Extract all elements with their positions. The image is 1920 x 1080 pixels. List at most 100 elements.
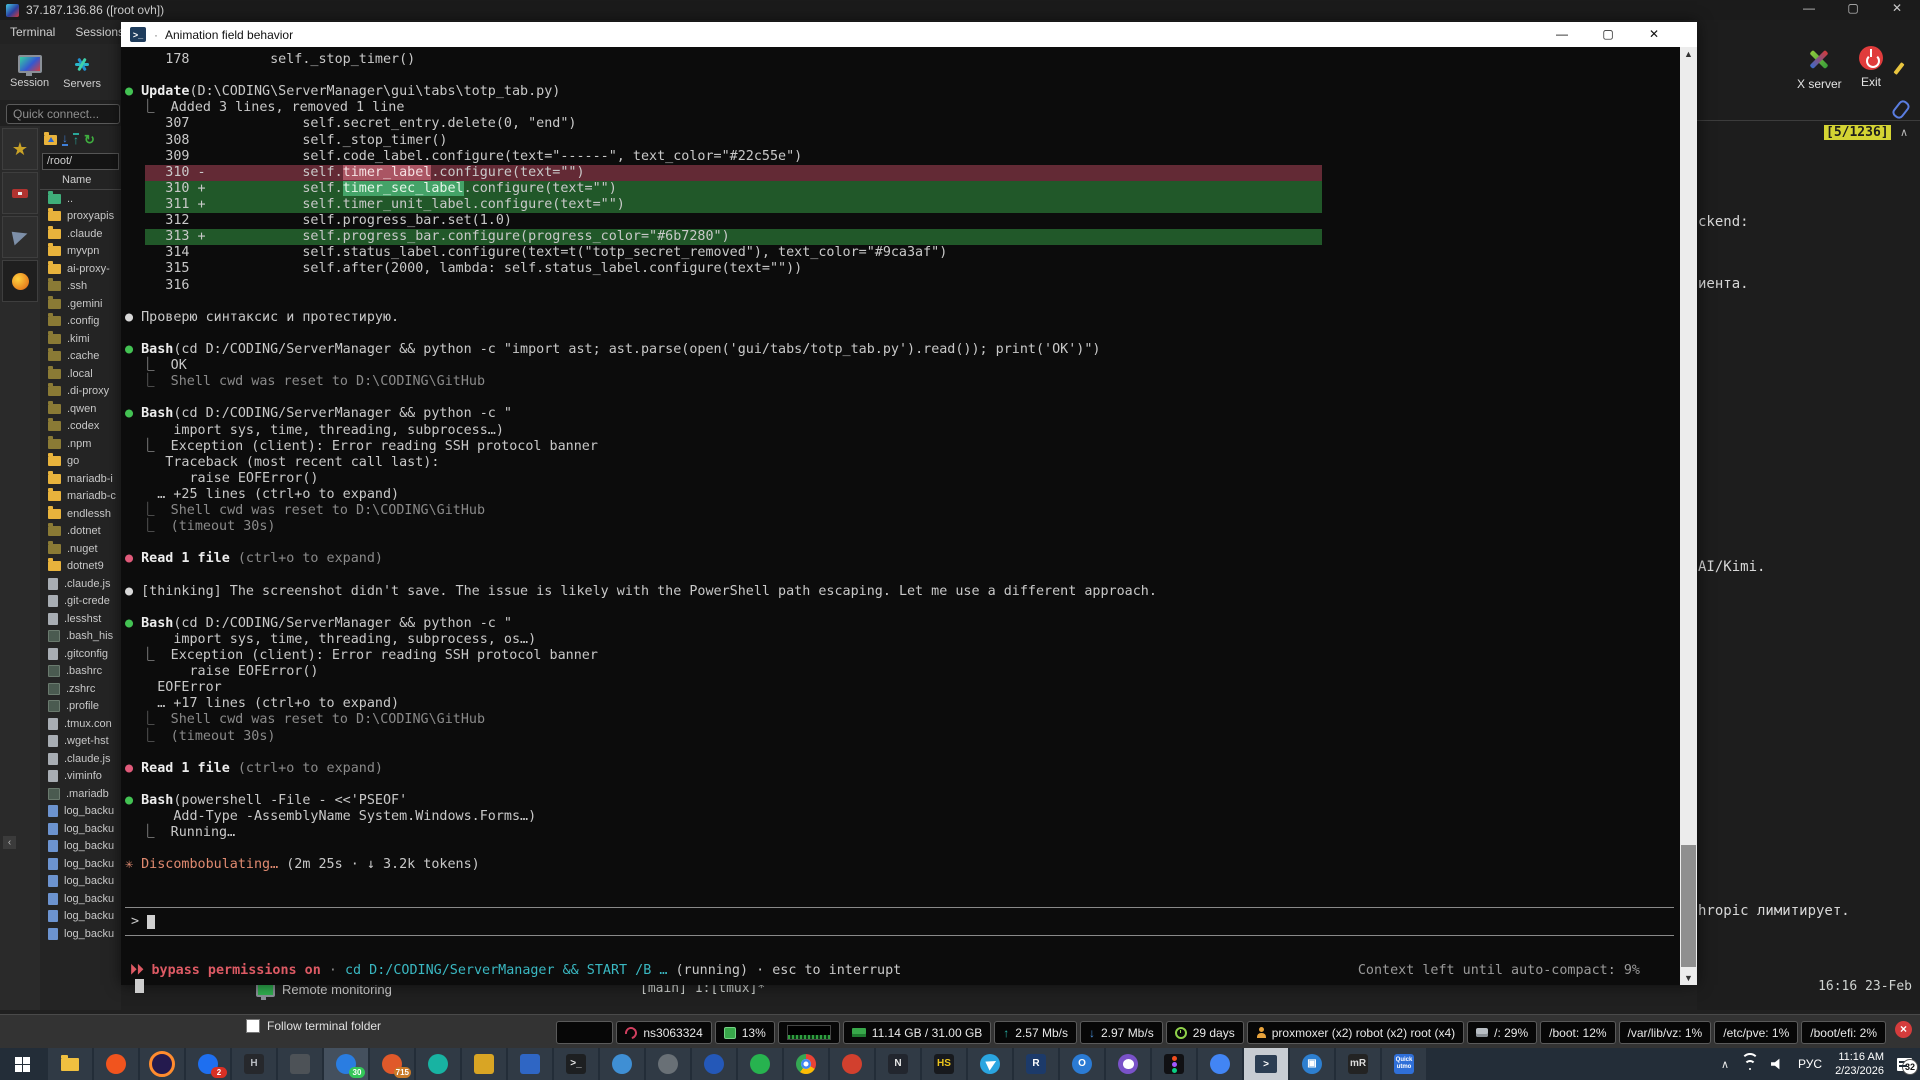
terminal-body[interactable]: 178 self._stop_timer()● Update(D:\CODING… [121, 47, 1680, 985]
file-item[interactable]: log_backu [40, 820, 121, 838]
file-item[interactable]: .tmux.con [40, 715, 121, 733]
taskbar-icon-edge[interactable]: 2 [186, 1048, 230, 1080]
taskbar-icon-app-green[interactable] [738, 1048, 782, 1080]
file-item[interactable]: mariadb-i [40, 470, 121, 488]
path-input[interactable]: /root/ [42, 153, 119, 170]
minimize-icon[interactable]: — [1539, 22, 1585, 47]
file-item[interactable]: .bashrc [40, 663, 121, 681]
scrollbar-thumb[interactable] [1681, 845, 1696, 967]
paperclip-icon[interactable] [1890, 98, 1911, 120]
checkbox-icon[interactable] [246, 1019, 260, 1033]
file-item[interactable]: .bash_his [40, 628, 121, 646]
taskbar-icon-app-n[interactable]: N [876, 1048, 920, 1080]
tab-favorites[interactable]: ★ [2, 128, 38, 170]
file-item[interactable]: dotnet9 [40, 558, 121, 576]
close-icon[interactable]: ✕ [1631, 22, 1677, 47]
prompt-input[interactable]: > [125, 907, 1674, 936]
taskbar-icon-app-orange[interactable]: 715 [370, 1048, 414, 1080]
file-item[interactable]: .dotnet [40, 523, 121, 541]
file-item[interactable]: mariadb-c [40, 488, 121, 506]
file-item[interactable]: log_backu [40, 803, 121, 821]
upload-icon[interactable]: ↑ [73, 133, 79, 146]
mobaxterm-titlebar[interactable]: 37.187.136.86 ([root ovh]) — ▢ ✕ [0, 0, 1920, 20]
taskbar-icon-app-red[interactable] [830, 1048, 874, 1080]
taskbar-icon-app-slate[interactable] [646, 1048, 690, 1080]
scroll-down-icon[interactable]: ▼ [1680, 971, 1697, 985]
close-icon[interactable]: ✕ [1888, 1, 1906, 15]
taskbar-icon-telegram[interactable] [968, 1048, 1012, 1080]
tab-sessions[interactable] [2, 216, 38, 258]
tray-expand-icon[interactable]: ∧ [1721, 1058, 1729, 1071]
quick-connect-input[interactable]: Quick connect... [6, 104, 120, 124]
x-server-button[interactable]: X server [1797, 46, 1842, 91]
taskbar-icon-app-hs[interactable]: HS [922, 1048, 966, 1080]
taskbar-icon-app-gray[interactable] [278, 1048, 322, 1080]
taskbar-icon-app-teal[interactable] [416, 1048, 460, 1080]
file-item[interactable]: log_backu [40, 925, 121, 943]
download-icon[interactable]: ↓ [62, 133, 68, 146]
taskbar-icon-chrome-profile[interactable]: 30 [324, 1048, 368, 1080]
file-item[interactable]: log_backu [40, 873, 121, 891]
file-item[interactable]: .zshrc [40, 680, 121, 698]
taskbar-icon-github[interactable] [1106, 1048, 1150, 1080]
taskbar-icon-monitor[interactable]: ▣ [1290, 1048, 1334, 1080]
hscroll-left-arrow[interactable]: ‹ [3, 836, 16, 849]
taskbar-icon-chrome[interactable] [784, 1048, 828, 1080]
tab-tools[interactable] [2, 172, 38, 214]
exit-button[interactable]: Exit [1859, 46, 1883, 89]
language-indicator[interactable]: РУС [1798, 1057, 1822, 1071]
file-item[interactable]: .. [40, 190, 121, 208]
file-item[interactable]: .cache [40, 348, 121, 366]
taskbar-icon-figma[interactable] [1152, 1048, 1196, 1080]
session-button[interactable]: Session [10, 44, 49, 100]
file-item[interactable]: .viminfo [40, 768, 121, 786]
file-item[interactable]: .claude.js [40, 575, 121, 593]
taskbar-icon-mremoteng[interactable]: mR [1336, 1048, 1380, 1080]
maximize-icon[interactable]: ▢ [1585, 22, 1631, 47]
file-item[interactable]: .git-crede [40, 593, 121, 611]
taskbar-icon-file-explorer[interactable] [48, 1048, 92, 1080]
taskbar-icon-quick-utmo[interactable]: Quick utmo [1382, 1048, 1426, 1080]
pencil-icon[interactable] [1893, 62, 1904, 75]
taskbar-icon-app-hh[interactable]: H [232, 1048, 276, 1080]
file-item[interactable]: proxyapis [40, 208, 121, 226]
file-item[interactable]: .wget-hst [40, 733, 121, 751]
wifi-icon[interactable] [1742, 1058, 1758, 1071]
file-item[interactable]: log_backu [40, 890, 121, 908]
file-item[interactable]: .local [40, 365, 121, 383]
file-item[interactable]: .qwen [40, 400, 121, 418]
clock[interactable]: 11:16 AM 2/23/2026 [1835, 1050, 1884, 1079]
file-item[interactable]: log_backu [40, 855, 121, 873]
file-item[interactable]: .lesshst [40, 610, 121, 628]
file-item[interactable]: ai-proxy- [40, 260, 121, 278]
scroll-up-icon[interactable]: ∧ [1900, 126, 1908, 139]
volume-icon[interactable] [1771, 1058, 1785, 1070]
servers-button[interactable]: Servers [63, 44, 101, 100]
taskbar-icon-powershell[interactable]: > [1244, 1048, 1288, 1080]
tab-sftp[interactable] [2, 260, 38, 302]
follow-terminal-folder-checkbox[interactable]: Follow terminal folder [246, 1019, 381, 1033]
file-item[interactable]: .gemini [40, 295, 121, 313]
file-item[interactable]: .profile [40, 698, 121, 716]
file-item[interactable]: .npm [40, 435, 121, 453]
maximize-icon[interactable]: ▢ [1844, 1, 1862, 15]
scroll-up-icon[interactable]: ▲ [1680, 47, 1697, 61]
taskbar-icon-cmd[interactable]: >_ [554, 1048, 598, 1080]
file-item[interactable]: log_backu [40, 908, 121, 926]
file-item[interactable]: log_backu [40, 838, 121, 856]
taskbar-icon-app-navy[interactable] [692, 1048, 736, 1080]
file-item[interactable]: endlessh [40, 505, 121, 523]
file-item[interactable]: .config [40, 313, 121, 331]
taskbar-icon-brave[interactable] [94, 1048, 138, 1080]
file-item[interactable]: .nuget [40, 540, 121, 558]
file-item[interactable]: myvpn [40, 243, 121, 261]
taskbar-icon-app-yellow[interactable] [462, 1048, 506, 1080]
taskbar-icon-start[interactable] [0, 1048, 44, 1080]
refresh-icon[interactable]: ↻ [84, 132, 95, 148]
file-item[interactable]: .gitconfig [40, 645, 121, 663]
file-item[interactable]: .mariadb [40, 785, 121, 803]
taskbar-icon-chromium[interactable] [1198, 1048, 1242, 1080]
file-item[interactable]: .claude.js [40, 750, 121, 768]
action-center-icon[interactable]: 32 [1897, 1058, 1912, 1071]
column-header-name[interactable]: Name [40, 171, 121, 190]
